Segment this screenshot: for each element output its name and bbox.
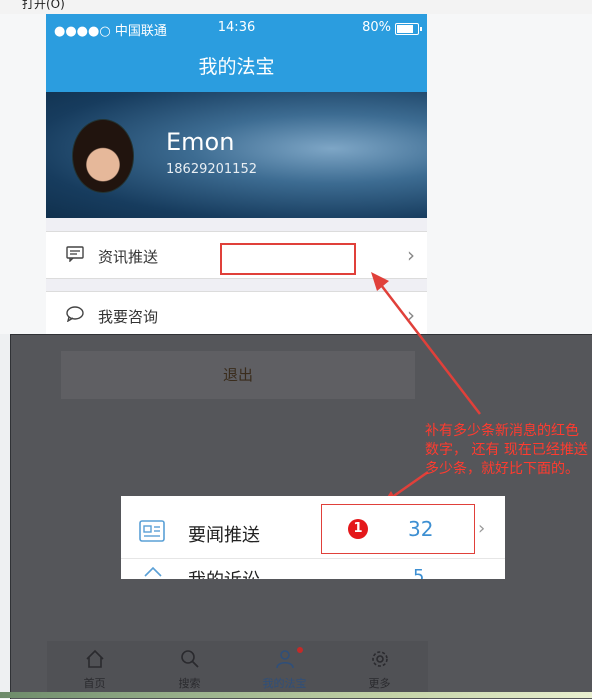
example-highlight-box: 1 32	[321, 504, 475, 554]
chevron-right-icon: ›	[478, 518, 486, 539]
home-icon	[144, 566, 162, 577]
news-icon	[139, 520, 165, 542]
example-row-label: 要闻推送	[188, 525, 260, 546]
annotation-note: 补有多少条新消息的红色数字， 还有 现在已经推送多少条，就好比下面的。	[425, 423, 588, 477]
divider	[121, 558, 505, 559]
example-next-count: 5	[413, 566, 425, 579]
push-count: 32	[408, 517, 434, 541]
unread-badge: 1	[348, 519, 368, 539]
example-next-label: 我的诉讼	[188, 566, 260, 579]
example-popup: 要闻推送 1 32 › 我的诉讼 5	[121, 496, 505, 579]
annotation-arrows	[371, 272, 481, 508]
desktop-wallpaper-strip	[0, 692, 592, 698]
